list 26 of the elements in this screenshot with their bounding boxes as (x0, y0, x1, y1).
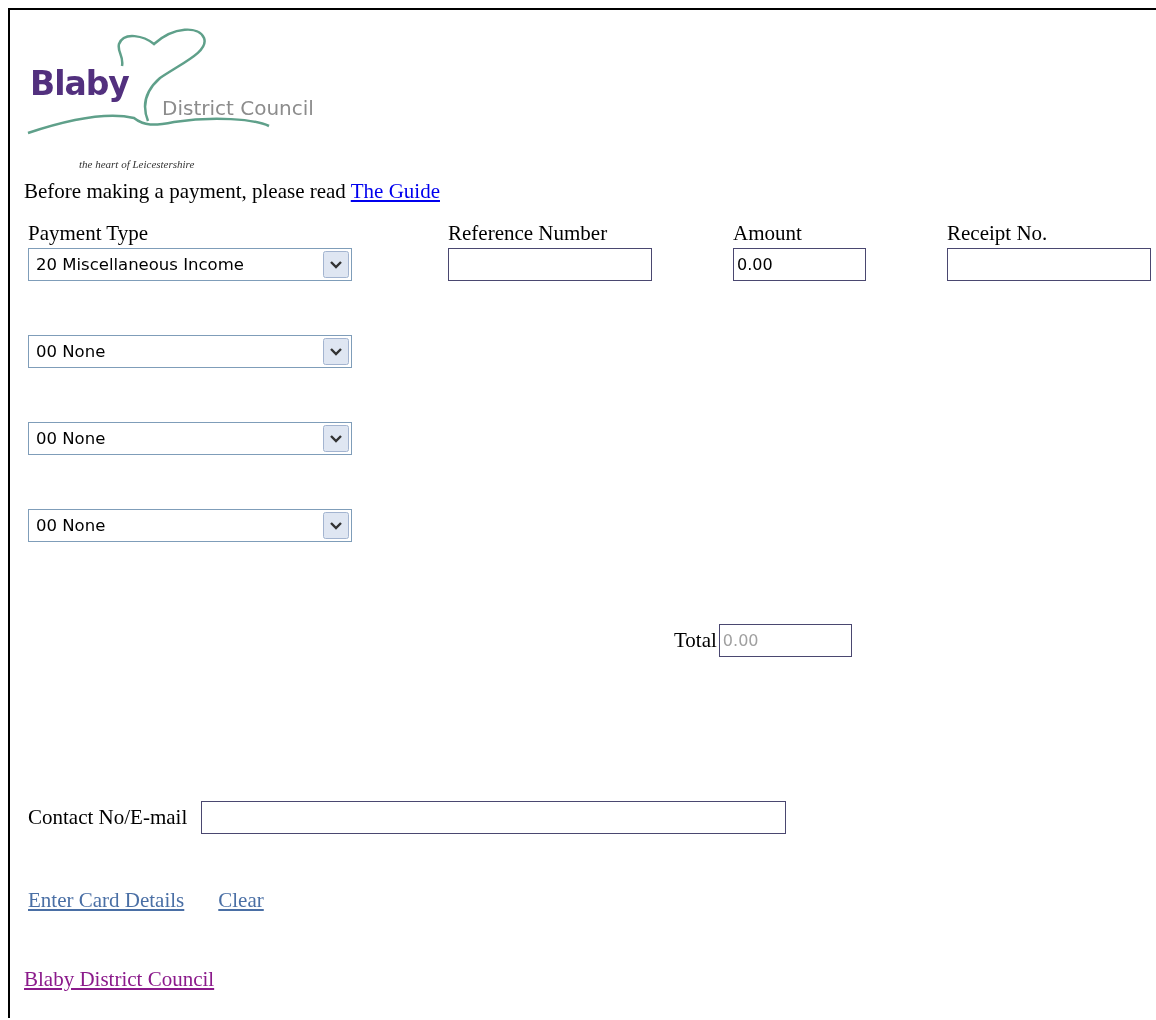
footer-link[interactable]: Blaby District Council (24, 967, 215, 991)
dropdown[interactable]: 00 None (28, 509, 352, 542)
action-link[interactable]: Clear (218, 888, 264, 913)
amount-field[interactable]: 0.00 (733, 248, 866, 281)
total-label: Total (674, 626, 717, 653)
caret-icon (323, 512, 349, 539)
receipt-field[interactable] (947, 248, 1151, 281)
caret-icon (323, 251, 349, 278)
guide-link[interactable]: The Guide (350, 179, 440, 203)
contact-label: Contact No/E-mail (28, 803, 188, 830)
column-label: Payment Type (28, 220, 149, 246)
column-label: Reference Number (448, 220, 608, 246)
contact-field[interactable] (201, 801, 787, 834)
column-label: Receipt No. (947, 220, 1048, 246)
logo-subtitle: District Council (162, 96, 314, 120)
caret-icon (323, 338, 349, 365)
reference-field[interactable] (448, 248, 652, 281)
intro-text: Before making a payment, please read The Guide (24, 178, 441, 204)
logo-wordmark: Blaby (30, 64, 129, 103)
dropdown[interactable]: 00 None (28, 335, 352, 368)
column-label: Amount (733, 220, 802, 246)
caret-icon (323, 425, 349, 452)
logo-tagline: the heart of Leicestershire (79, 158, 195, 170)
dropdown[interactable]: 20 Miscellaneous Income (28, 248, 352, 281)
dropdown[interactable]: 00 None (28, 422, 352, 455)
action-link[interactable]: Enter Card Details (28, 888, 185, 913)
